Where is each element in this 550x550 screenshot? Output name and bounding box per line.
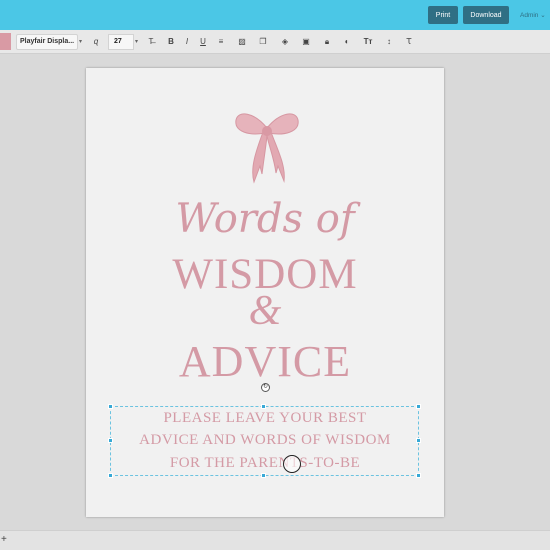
ampersand[interactable]: & bbox=[86, 287, 444, 335]
image-icon[interactable]: ▨ bbox=[237, 37, 247, 47]
resize-handle[interactable] bbox=[416, 404, 421, 409]
line-height-icon[interactable]: ↕ bbox=[384, 37, 394, 47]
rotate-handle-icon[interactable]: ↻ bbox=[261, 383, 270, 392]
resize-handle[interactable] bbox=[108, 438, 113, 443]
bottom-bar: + bbox=[0, 530, 550, 550]
font-family-select[interactable]: Playfair Displa... bbox=[16, 34, 78, 50]
resize-handle[interactable] bbox=[416, 438, 421, 443]
resize-handle[interactable] bbox=[108, 473, 113, 478]
bold-icon[interactable]: B bbox=[166, 37, 176, 47]
strikethrough-icon[interactable]: T̶ bbox=[146, 37, 156, 47]
bow-illustration bbox=[235, 113, 299, 184]
color-swatch[interactable] bbox=[0, 33, 11, 50]
heading-advice[interactable]: ADVICE bbox=[86, 336, 444, 387]
resize-handle[interactable] bbox=[261, 473, 266, 478]
mouse-cursor-icon bbox=[283, 455, 301, 473]
italic-icon[interactable]: I bbox=[182, 37, 192, 47]
align-icon[interactable]: ≡ bbox=[216, 37, 226, 47]
lock-icon[interactable]: 🔒︎ bbox=[322, 37, 332, 47]
delete-icon[interactable]: ▣ bbox=[301, 37, 311, 47]
user-menu[interactable]: Admin ⌄ bbox=[520, 11, 546, 19]
opacity-icon[interactable]: ◐ bbox=[342, 37, 352, 47]
text-transform-icon[interactable]: Tт bbox=[363, 37, 373, 47]
resize-handle[interactable] bbox=[416, 473, 421, 478]
resize-handle[interactable] bbox=[261, 404, 266, 409]
copy-icon[interactable]: ❐ bbox=[258, 37, 268, 47]
print-button[interactable]: Print bbox=[428, 6, 458, 24]
design-page[interactable]: Words of WISDOM & ADVICE ↻ PLEASE LEAVE … bbox=[86, 68, 444, 517]
script-title[interactable]: Words of bbox=[86, 196, 444, 242]
text-color-icon[interactable]: ɋ bbox=[91, 37, 101, 47]
selection-box[interactable] bbox=[108, 404, 421, 478]
font-size-input[interactable]: 27 bbox=[108, 34, 134, 50]
clear-format-icon[interactable]: Ꚍ bbox=[404, 37, 414, 47]
download-button[interactable]: Download bbox=[463, 6, 509, 24]
chevron-down-icon[interactable]: ▾ bbox=[79, 38, 82, 45]
underline-icon[interactable]: U bbox=[198, 37, 208, 47]
add-page-button[interactable]: + bbox=[1, 534, 7, 545]
text-toolbar: Playfair Displa... ▾ ɋ 27 ▾ T̶ B I U ≡ ▨… bbox=[0, 30, 550, 54]
top-bar: Print Download Admin ⌄ bbox=[0, 0, 550, 30]
chevron-down-icon[interactable]: ▾ bbox=[135, 38, 138, 45]
layers-icon[interactable]: ◈ bbox=[280, 37, 290, 47]
resize-handle[interactable] bbox=[108, 404, 113, 409]
